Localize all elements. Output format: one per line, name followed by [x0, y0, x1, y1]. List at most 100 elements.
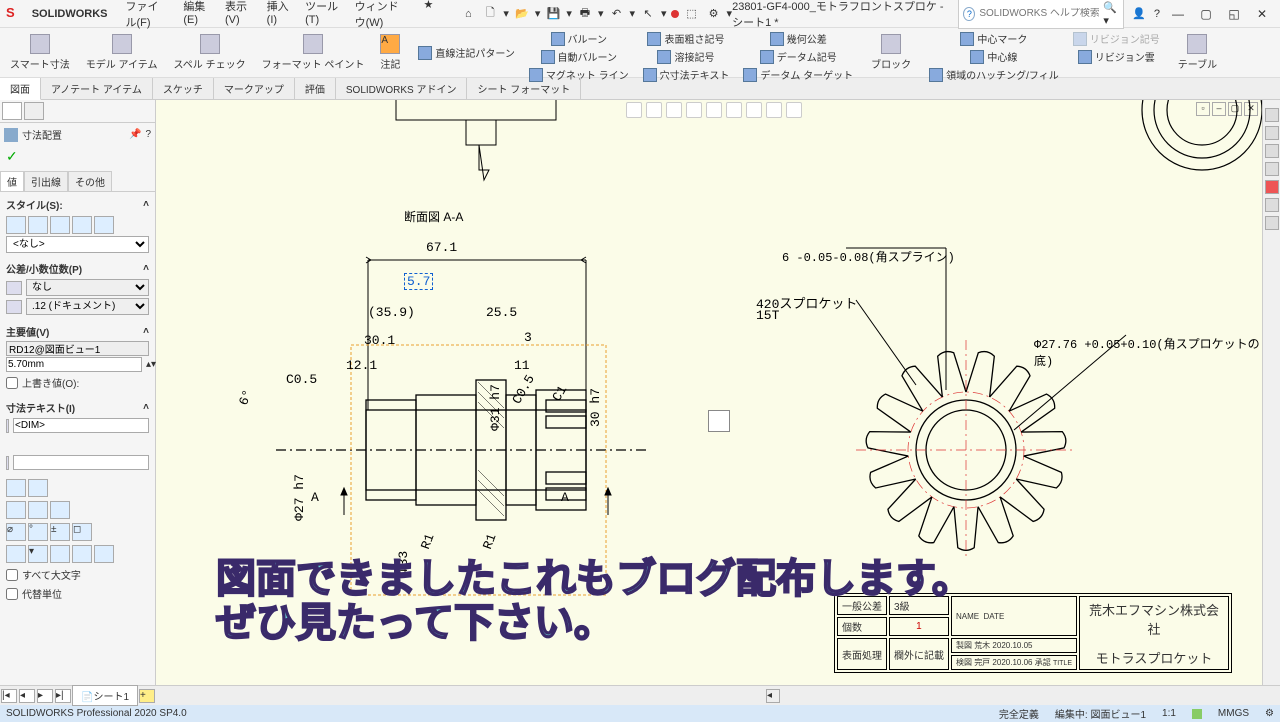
- dim-phi31h7[interactable]: Φ31 h7: [488, 384, 503, 431]
- dim-30-1[interactable]: 30.1: [364, 333, 395, 348]
- status-gear-icon[interactable]: ⚙: [1265, 708, 1274, 719]
- dim-25-5[interactable]: 25.5: [486, 305, 517, 320]
- help-prop-icon[interactable]: ?: [145, 129, 151, 140]
- sheet-tab[interactable]: 📄シート1: [72, 685, 138, 706]
- save-icon[interactable]: 💾: [544, 5, 562, 23]
- menu-edit[interactable]: 編集(E): [177, 0, 217, 32]
- dim-11[interactable]: 11: [514, 358, 530, 373]
- text-prefix-icon[interactable]: [6, 419, 9, 433]
- revision-cloud-button[interactable]: リビジョン雲: [1076, 48, 1157, 65]
- linear-note-pattern-button[interactable]: 直線注記パターン: [416, 44, 517, 61]
- dimtext-prefix-field[interactable]: [13, 418, 149, 433]
- style-load-button[interactable]: [94, 216, 114, 234]
- tab-sheet-format[interactable]: シート フォーマット: [467, 78, 581, 99]
- dimension-value-field[interactable]: [6, 357, 142, 372]
- justify-center-button[interactable]: [28, 501, 48, 519]
- rebuild-icon[interactable]: ⬚: [683, 5, 701, 23]
- surface-finish-button[interactable]: 表面粗さ記号: [645, 30, 726, 47]
- undo-icon[interactable]: ↶: [607, 5, 625, 23]
- style-delete-button[interactable]: [50, 216, 70, 234]
- help-search[interactable]: ? 🔍▾: [958, 0, 1124, 29]
- menu-view[interactable]: 表示(V): [219, 0, 259, 32]
- section-view-icon[interactable]: [686, 102, 702, 118]
- dim-c05a[interactable]: C0.5: [286, 372, 317, 387]
- weld-symbol-button[interactable]: 溶接記号: [655, 48, 716, 65]
- style-apply-button[interactable]: [6, 216, 26, 234]
- print-icon[interactable]: 🖶: [576, 5, 594, 23]
- open-icon[interactable]: 📂: [513, 5, 531, 23]
- tab-annotate[interactable]: アノテート アイテム: [41, 78, 153, 99]
- auto-balloon-button[interactable]: 自動バルーン: [539, 48, 620, 65]
- status-scale[interactable]: 1:1: [1162, 708, 1176, 719]
- sym-more2-button[interactable]: ▾: [28, 545, 48, 563]
- tab-sketch[interactable]: スケッチ: [153, 78, 214, 99]
- minimize-button[interactable]: —: [1168, 7, 1188, 21]
- collapse-icon[interactable]: ˄: [143, 326, 149, 337]
- text-suffix-icon[interactable]: [6, 456, 9, 470]
- dimension-palette-icon[interactable]: [708, 410, 730, 432]
- view-settings-icon[interactable]: [786, 102, 802, 118]
- subtab-other[interactable]: その他: [68, 171, 112, 191]
- justify-right-button[interactable]: [50, 501, 70, 519]
- sym-degree-button[interactable]: °: [28, 523, 48, 541]
- apply-scene-icon[interactable]: [766, 102, 782, 118]
- hide-show-icon[interactable]: [726, 102, 742, 118]
- collapse-icon[interactable]: ˄: [143, 402, 149, 413]
- subtab-leaders[interactable]: 引出線: [24, 171, 68, 191]
- style-add-button[interactable]: [28, 216, 48, 234]
- hole-callout-button[interactable]: 穴寸法テキスト: [641, 66, 732, 83]
- collapse-icon[interactable]: ˄: [143, 199, 149, 210]
- menu-pin-icon[interactable]: ★: [417, 0, 439, 32]
- maximize-button[interactable]: ◱: [1224, 7, 1244, 21]
- spinner-icon[interactable]: ▴▾: [146, 359, 156, 370]
- style-dropdown[interactable]: <なし>: [6, 236, 149, 253]
- dim-35-9[interactable]: (35.9): [368, 305, 415, 320]
- override-checkbox[interactable]: [6, 377, 18, 389]
- tab-evaluate[interactable]: 評価: [295, 78, 336, 99]
- task-view-palette-icon[interactable]: [1265, 162, 1279, 176]
- user-icon[interactable]: 👤: [1132, 7, 1146, 20]
- search-chevron-icon[interactable]: 🔍▾: [1103, 1, 1119, 27]
- sheet-next-button[interactable]: ▸: [37, 689, 53, 703]
- sym-diameter-button[interactable]: ⌀: [6, 523, 26, 541]
- sym-square-button[interactable]: ◻: [72, 523, 92, 541]
- new-doc-icon[interactable]: 🗋: [481, 5, 499, 23]
- tab-addins[interactable]: SOLIDWORKS アドイン: [336, 78, 468, 99]
- format-painter-button[interactable]: フォーマット ペイント: [256, 32, 371, 73]
- scroll-lock-icon[interactable]: ◂: [766, 689, 780, 703]
- justify-left-button[interactable]: [6, 501, 26, 519]
- options-icon[interactable]: ⚙: [705, 5, 723, 23]
- sheet-first-button[interactable]: |◂: [1, 689, 17, 703]
- tables-button[interactable]: テーブル: [1172, 32, 1223, 73]
- dim-3[interactable]: 3: [524, 330, 532, 345]
- task-forum-icon[interactable]: [1265, 216, 1279, 230]
- centerline-button[interactable]: 中心線: [968, 48, 1019, 65]
- close-button[interactable]: ✕: [1252, 7, 1272, 21]
- datum-target-button[interactable]: データム ターゲット: [741, 66, 855, 83]
- select-icon[interactable]: ↖: [639, 5, 657, 23]
- collapse-icon[interactable]: ˄: [143, 263, 149, 274]
- geo-tolerance-button[interactable]: 幾何公差: [768, 30, 829, 47]
- display-tab[interactable]: [24, 102, 44, 120]
- dim-30h7[interactable]: 30 h7: [588, 388, 603, 427]
- dim-67-1[interactable]: 67.1: [426, 240, 457, 255]
- task-home-icon[interactable]: [1265, 108, 1279, 122]
- record-icon[interactable]: [671, 10, 679, 18]
- style-save-button[interactable]: [72, 216, 92, 234]
- restore-button[interactable]: ▢: [1196, 7, 1216, 21]
- menu-tools[interactable]: ツール(T): [299, 0, 347, 32]
- task-file-explorer-icon[interactable]: [1265, 144, 1279, 158]
- tab-markup[interactable]: マークアップ: [214, 78, 295, 99]
- sheet-last-button[interactable]: ▸|: [55, 689, 71, 703]
- drawing-canvas[interactable]: ▫ – ▢ ✕ 断面図 A-A: [156, 100, 1262, 685]
- menu-window[interactable]: ウィンドウ(W): [349, 0, 416, 32]
- sym-more5-button[interactable]: [94, 545, 114, 563]
- search-input[interactable]: [979, 8, 1099, 19]
- dim-12-1[interactable]: 12.1: [346, 358, 377, 373]
- prev-view-icon[interactable]: [666, 102, 682, 118]
- sym-more3-button[interactable]: [50, 545, 70, 563]
- dual-dim-checkbox[interactable]: [6, 588, 18, 600]
- edit-scene-icon[interactable]: [746, 102, 762, 118]
- center-mark-button[interactable]: 中心マーク: [958, 30, 1029, 47]
- balloon-button[interactable]: バルーン: [549, 30, 610, 47]
